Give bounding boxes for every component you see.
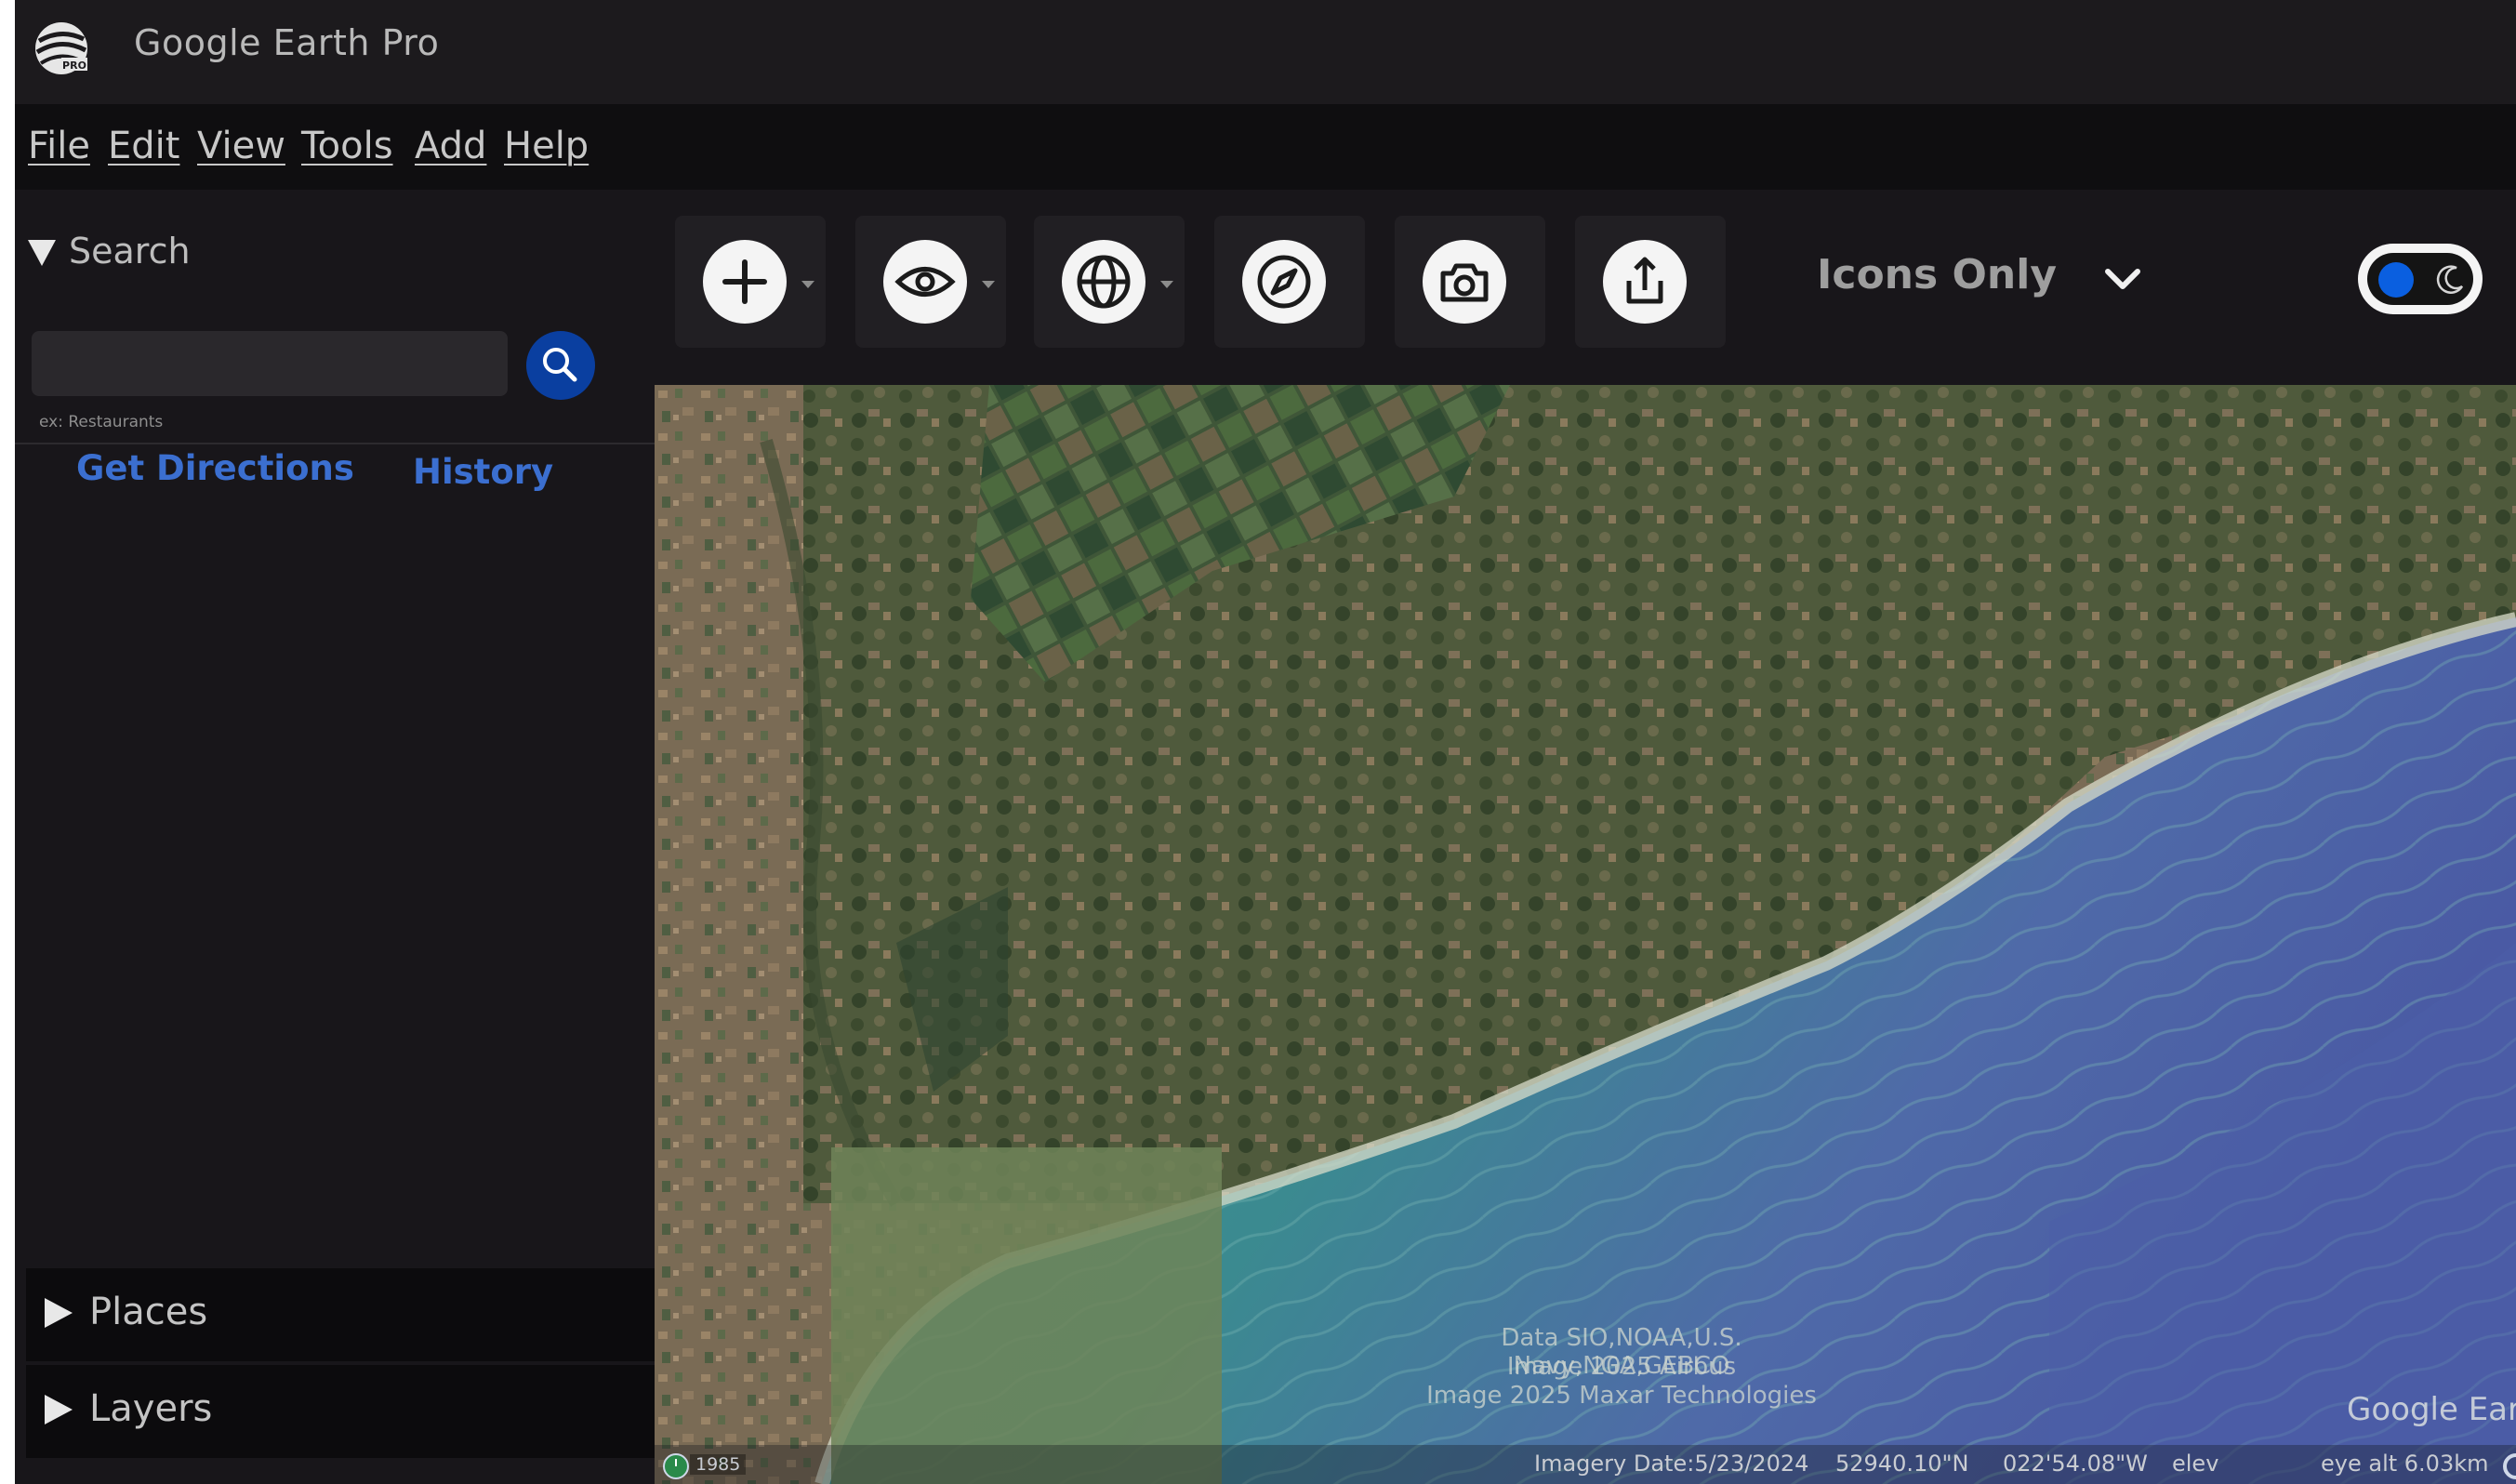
google-earth-window: PRO Google Earth Pro File Edit View Tool…	[15, 0, 2516, 1484]
chevron-down-icon	[2104, 254, 2141, 301]
elevation-readout: elev	[2172, 1451, 2219, 1477]
layers-label: Layers	[89, 1387, 213, 1430]
longitude-readout: 022'54.08"W	[2003, 1451, 2148, 1477]
history-link[interactable]: History	[413, 452, 553, 492]
view-mode-dropdown[interactable]: Icons Only	[1817, 251, 2141, 301]
latitude-readout: 52940.10"N	[1835, 1451, 1969, 1477]
share-icon	[1603, 240, 1687, 324]
streaming-indicator-icon	[2503, 1453, 2516, 1479]
menu-help[interactable]: Help	[504, 125, 589, 167]
svg-text:PRO: PRO	[62, 60, 86, 72]
globe-icon	[1062, 240, 1145, 324]
collapse-triangle-icon	[45, 1395, 73, 1424]
dropdown-caret-icon	[1160, 281, 1173, 288]
eye-icon	[883, 240, 967, 324]
google-earth-pro-logo: PRO	[33, 20, 89, 76]
menu-tools[interactable]: Tools	[301, 125, 393, 167]
search-button[interactable]	[526, 331, 595, 400]
imagery-date: Imagery Date:5/23/2024	[1534, 1451, 1809, 1477]
divider	[15, 443, 655, 444]
timeline-year[interactable]: 1985	[690, 1454, 747, 1475]
satellite-imagery	[655, 385, 2516, 1484]
moon-icon	[2436, 265, 2464, 294]
compass-button[interactable]	[1214, 216, 1365, 348]
menu-view[interactable]: View	[197, 125, 285, 167]
view-mode-label: Icons Only	[1817, 251, 2058, 298]
add-button[interactable]	[675, 216, 826, 348]
layers-panel[interactable]: Layers	[26, 1365, 655, 1458]
map-view[interactable]: Data SIO,NOAA,U.S. Navy,NGA,GEBCO Image …	[655, 385, 2516, 1484]
historical-imagery-clock-icon[interactable]	[662, 1452, 690, 1480]
dropdown-caret-icon	[982, 281, 995, 288]
title-bar: PRO Google Earth Pro	[15, 0, 2516, 104]
credit-maxar: Image 2025 Maxar Technologies	[1426, 1382, 1817, 1410]
collapse-triangle-icon	[45, 1298, 73, 1328]
compass-icon	[1242, 240, 1326, 324]
menu-edit[interactable]: Edit	[108, 125, 179, 167]
camera-button[interactable]	[1395, 216, 1545, 348]
add-icon	[703, 240, 787, 324]
places-panel[interactable]: Places	[26, 1268, 655, 1361]
menu-add[interactable]: Add	[415, 125, 486, 167]
get-directions-link[interactable]: Get Directions	[76, 448, 354, 488]
camera-icon	[1423, 240, 1506, 324]
expand-triangle-icon	[28, 233, 56, 274]
credit-airbus: Image 2025 Airbus	[1506, 1353, 1737, 1381]
google-earth-watermark: Google Earth	[2347, 1391, 2516, 1428]
toggle-knob	[2378, 262, 2414, 298]
places-label: Places	[89, 1291, 208, 1333]
search-hint: ex: Restaurants	[39, 413, 164, 431]
view-button[interactable]	[855, 216, 1006, 348]
globe-button[interactable]	[1034, 216, 1185, 348]
menu-file[interactable]: File	[28, 125, 90, 167]
app-title: Google Earth Pro	[134, 22, 440, 63]
search-panel-header[interactable]: Search	[28, 231, 191, 274]
dropdown-caret-icon	[801, 281, 814, 288]
search-input[interactable]	[32, 331, 508, 396]
theme-toggle[interactable]	[2358, 244, 2483, 314]
share-button[interactable]	[1575, 216, 1726, 348]
search-icon	[543, 348, 577, 382]
eye-altitude-readout: eye alt 6.03km	[2321, 1451, 2489, 1477]
